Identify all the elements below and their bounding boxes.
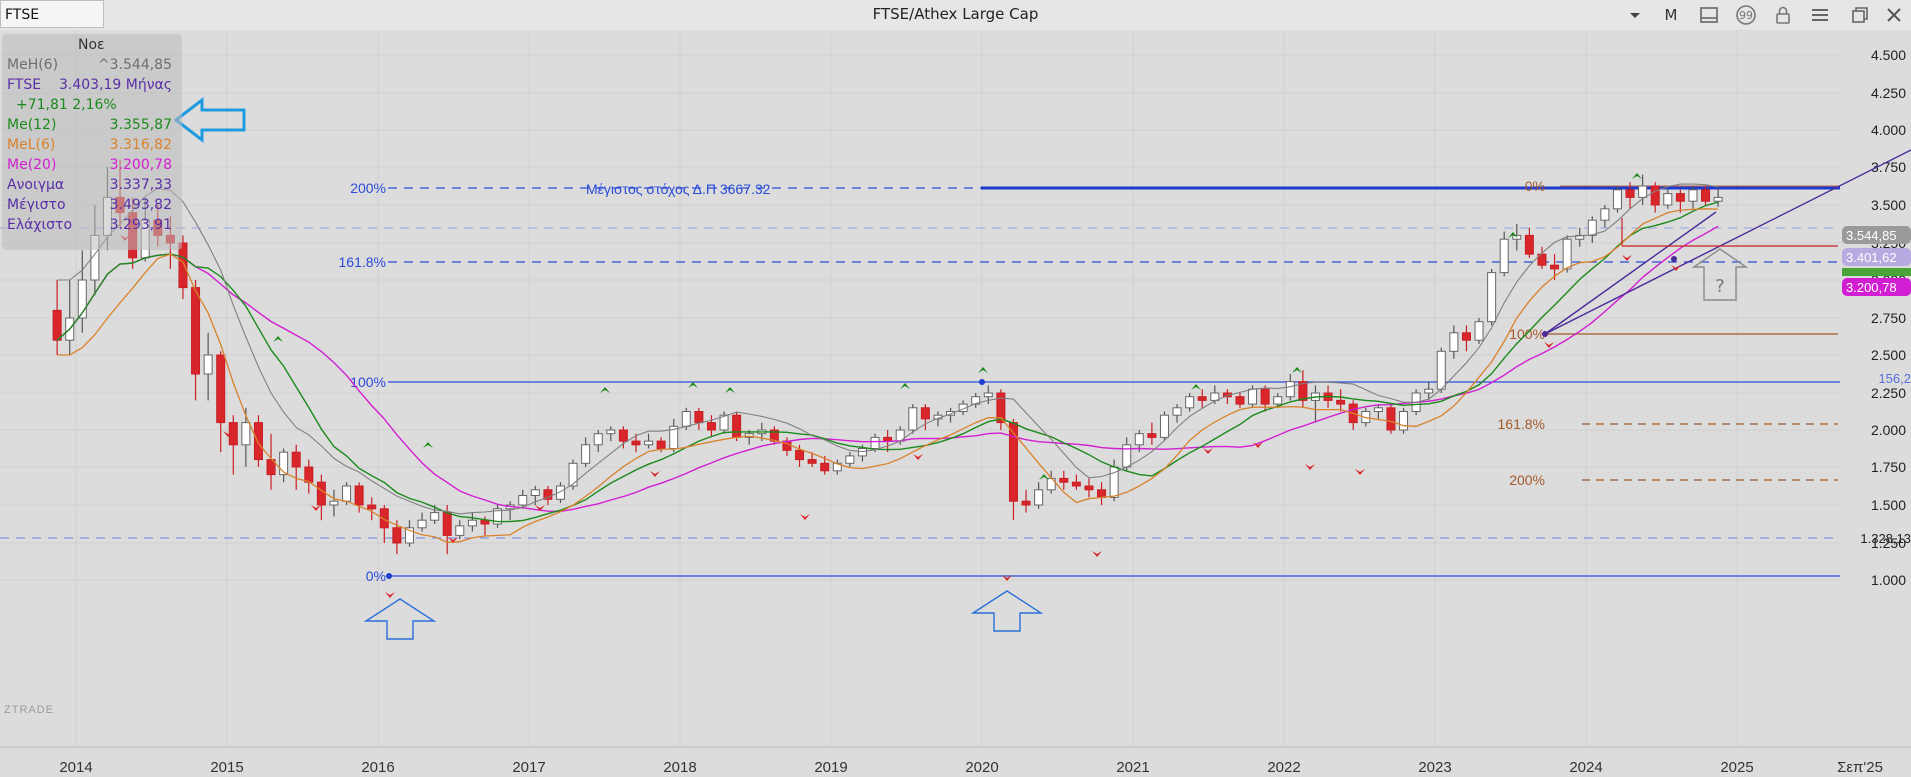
question-mark: ? bbox=[1715, 276, 1725, 297]
y-tick-label: 4.500 bbox=[1871, 47, 1906, 63]
legend-value: 3.316,82 bbox=[109, 137, 172, 153]
legend-value: 3.355,87 bbox=[109, 117, 172, 133]
price-chart[interactable]: 2014 2015 2016 2017 2018 2019 2020 2021 2022 2023… bbox=[0, 30, 1911, 777]
restore-icon[interactable] bbox=[1847, 3, 1873, 27]
y-tick-label: 2.750 bbox=[1871, 310, 1906, 326]
legend-value: 3.337,33 bbox=[109, 177, 172, 193]
price-tag-label: 3.200,78 bbox=[1846, 280, 1897, 295]
legend-value: 3.293,91 bbox=[109, 217, 172, 233]
legend-label: Me(20) bbox=[7, 157, 57, 173]
y-tick-label: 2.000 bbox=[1871, 422, 1906, 438]
chart-window: { "window": { "symbol": "FTSE", "title":… bbox=[0, 0, 1911, 777]
price-tag-label: 3.544,85 bbox=[1846, 228, 1897, 243]
legend-label: Ελάχιστο bbox=[7, 217, 73, 233]
fib-level-label: 0% bbox=[366, 568, 386, 584]
x-tick-label: 2019 bbox=[814, 759, 847, 776]
x-tick-label: 2018 bbox=[663, 759, 696, 776]
legend-label: FTSE bbox=[7, 77, 42, 93]
comment-icon[interactable]: 99 bbox=[1733, 3, 1759, 27]
title-bar: FTSE FTSE/Athex Large Cap M 99 bbox=[0, 0, 1911, 31]
hline-value-label: 1.328,13 bbox=[1860, 531, 1911, 546]
plot-background bbox=[0, 30, 1911, 777]
candle[interactable] bbox=[1386, 404, 1396, 434]
x-tick-label: 2020 bbox=[965, 759, 998, 776]
candle[interactable] bbox=[253, 415, 263, 467]
fib-level-label: 161.8% bbox=[339, 254, 386, 270]
x-tick-label: 2024 bbox=[1569, 759, 1602, 776]
anchor-dot[interactable] bbox=[1542, 331, 1548, 337]
x-tick-label: 2017 bbox=[512, 759, 545, 776]
watermark: ZTRADE bbox=[4, 704, 54, 716]
fib-level-label: 200% bbox=[350, 180, 386, 196]
legend-panel: Νοε MeH(6) ^3.544,85 FTSE 3.403,19 Μήνας +71,… bbox=[2, 34, 182, 250]
candle[interactable] bbox=[1487, 268, 1497, 326]
menu-icon[interactable] bbox=[1807, 3, 1833, 27]
target-annotation: Μέγιστος στόχος Δ.Π 3667.32 bbox=[586, 181, 771, 197]
price-tag-stack bbox=[1842, 268, 1911, 276]
layout-icon[interactable] bbox=[1696, 3, 1722, 27]
candle[interactable] bbox=[908, 404, 918, 434]
y-tick-label: 1.500 bbox=[1871, 497, 1906, 513]
legend-value: 3.200,78 bbox=[109, 157, 172, 173]
lock-icon[interactable] bbox=[1770, 3, 1796, 27]
legend-value: 3.403,19 Μήνας bbox=[58, 77, 172, 93]
x-tick-label: Σεπ'25 bbox=[1837, 759, 1883, 776]
legend-label: Me(12) bbox=[7, 117, 57, 133]
fib-right-label: 161.8% bbox=[1498, 416, 1545, 432]
fib-right-label: 0% bbox=[1525, 178, 1545, 194]
legend-label: Μέγιστο bbox=[7, 197, 66, 213]
y-tick-label: 4.250 bbox=[1871, 85, 1906, 101]
x-tick-label: 2025 bbox=[1720, 759, 1753, 776]
candle[interactable] bbox=[1612, 186, 1622, 213]
x-tick-label: 2016 bbox=[361, 759, 394, 776]
legend-label: MeL(6) bbox=[7, 137, 56, 153]
candle[interactable] bbox=[719, 411, 729, 434]
anchor-dot[interactable] bbox=[1671, 256, 1677, 262]
x-tick-label: 2022 bbox=[1267, 759, 1300, 776]
fib-right-label: 200% bbox=[1509, 472, 1545, 488]
x-tick-label: 2015 bbox=[210, 759, 243, 776]
y-tick-label: 3.500 bbox=[1871, 197, 1906, 213]
y-tick-label: 1.750 bbox=[1871, 459, 1906, 475]
close-icon[interactable] bbox=[1881, 3, 1907, 27]
chevron-down-icon[interactable] bbox=[1623, 3, 1647, 27]
anchor-dot[interactable] bbox=[386, 573, 392, 579]
legend-value: ^3.544,85 bbox=[97, 57, 172, 73]
x-tick-label: 2023 bbox=[1418, 759, 1451, 776]
x-tick-label: 2014 bbox=[59, 759, 92, 776]
candle[interactable] bbox=[1399, 407, 1409, 434]
price-tag-label: 3.401,62 bbox=[1846, 250, 1897, 265]
legend-label: MeH(6) bbox=[7, 57, 59, 73]
symbol-input[interactable]: FTSE bbox=[0, 0, 104, 28]
candle[interactable] bbox=[493, 505, 503, 528]
y-tick-label: 1.000 bbox=[1871, 572, 1906, 588]
x-tick-label: 2021 bbox=[1116, 759, 1149, 776]
y-tick-label: 2.500 bbox=[1871, 347, 1906, 363]
period-button[interactable]: M bbox=[1658, 3, 1684, 27]
hline-value-label: 156,2 bbox=[1878, 371, 1911, 386]
anchor-dot[interactable] bbox=[979, 379, 985, 385]
y-tick-label: 2.250 bbox=[1871, 385, 1906, 401]
legend-value: +71,81 2,16% bbox=[16, 97, 117, 113]
legend-month: Νοε bbox=[78, 37, 105, 53]
y-tick-label: 4.000 bbox=[1871, 122, 1906, 138]
legend-value: 3.493,82 bbox=[109, 197, 172, 213]
svg-text:99: 99 bbox=[1739, 9, 1753, 22]
candle[interactable] bbox=[1159, 411, 1169, 442]
candle[interactable] bbox=[1474, 318, 1484, 344]
legend-label: Ανοιγμα bbox=[7, 177, 65, 193]
